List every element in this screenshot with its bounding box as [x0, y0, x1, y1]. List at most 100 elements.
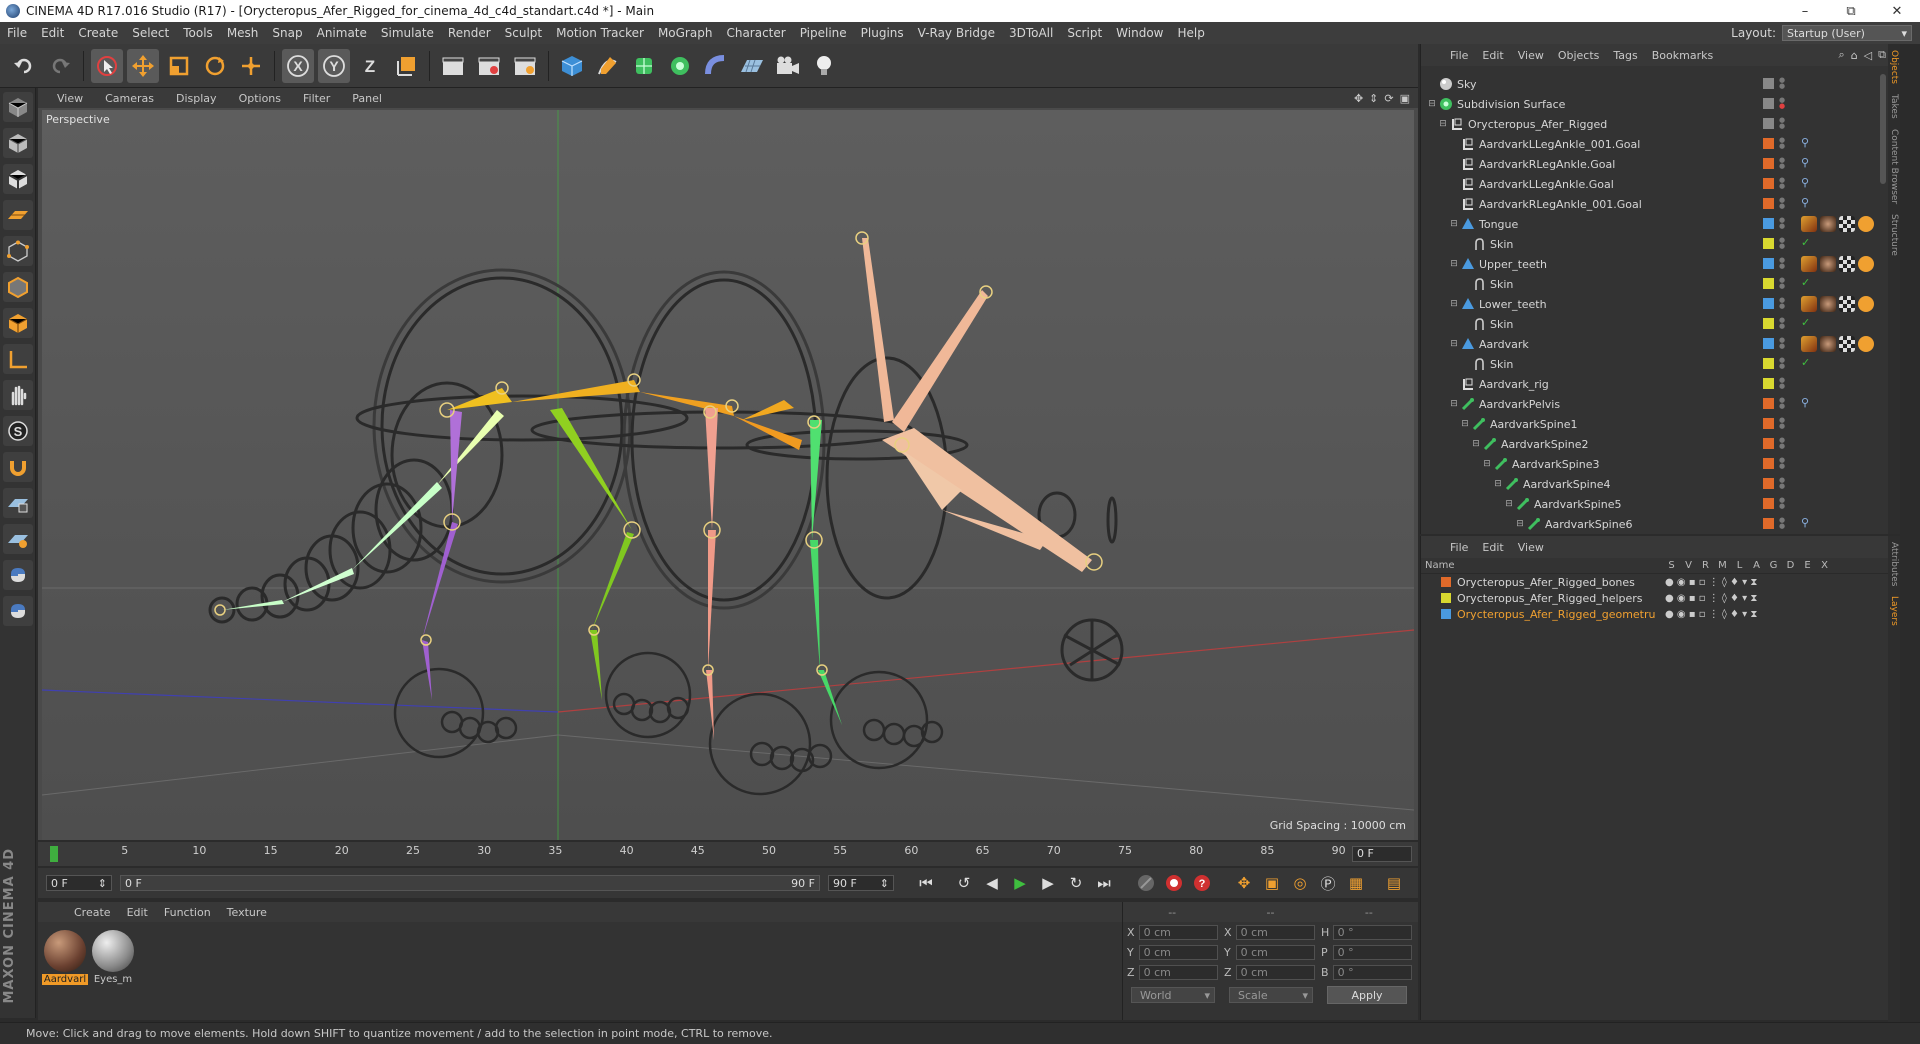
visibility-dots-icon[interactable]: ● ● — [1779, 437, 1785, 450]
collapse-toggle-icon[interactable]: ⊟ — [1449, 259, 1459, 269]
collapse-toggle-icon[interactable]: ⊟ — [1449, 339, 1459, 349]
toggle-view-icon[interactable]: ▣ — [1400, 92, 1410, 105]
viewport-menu-filter[interactable]: Filter — [292, 92, 341, 105]
light-button[interactable] — [808, 49, 840, 83]
visibility-dots-icon[interactable]: ● ● — [1779, 297, 1785, 310]
layer-color-swatch[interactable] — [1763, 278, 1774, 289]
visibility-dots-icon[interactable]: ● ● — [1779, 257, 1785, 270]
collapse-toggle-icon[interactable]: ⊟ — [1493, 479, 1503, 489]
menu-snap[interactable]: Snap — [265, 26, 309, 40]
layer-color-swatch[interactable] — [1763, 398, 1774, 409]
viewport-menu-cameras[interactable]: Cameras — [94, 92, 165, 105]
viewport-menu-view[interactable]: View — [46, 92, 94, 105]
object-tree-row[interactable]: ⊟ AardvarkSpine1 ● ● — [1421, 414, 1891, 434]
layer-color-swatch[interactable] — [1763, 98, 1774, 109]
object-menu-bookmarks[interactable]: Bookmarks — [1645, 49, 1720, 62]
layer-row[interactable]: Orycteropus_Afer_Rigged_geometru ● ◉ ▪ ▫ … — [1421, 606, 1900, 622]
layer-color-swatch[interactable] — [1763, 438, 1774, 449]
layer-toggle-icons[interactable]: ● ◉ ▪ ▫ ⋮ ◊ ♦ ▾ ⧗ — [1665, 609, 1757, 620]
object-tree-row[interactable]: Skin ● ● ✓ — [1421, 234, 1891, 254]
object-tree-row[interactable]: ⊟ Aardvark ● ● — [1421, 334, 1891, 354]
next-frame-button[interactable]: ▶ — [1035, 870, 1061, 896]
layer-row[interactable]: Orycteropus_Afer_Rigged_bones ● ◉ ▪ ▫ ⋮ ◊… — [1421, 574, 1900, 590]
start-frame-field[interactable]: 0 F ⇕ — [46, 875, 112, 891]
layer-color-swatch[interactable] — [1763, 138, 1774, 149]
object-tree-row[interactable]: ⊟ Subdivision Surface ● ● — [1421, 94, 1891, 114]
menu-simulate[interactable]: Simulate — [374, 26, 441, 40]
maximize-button[interactable]: ⧉ — [1828, 0, 1874, 22]
menu-mesh[interactable]: Mesh — [220, 26, 266, 40]
object-tree-row[interactable]: ⊟ AardvarkSpine5 ● ● — [1421, 494, 1891, 514]
record-button[interactable] — [1161, 870, 1187, 896]
timeline-playhead[interactable] — [50, 846, 58, 862]
texture-tag-icon[interactable] — [1839, 296, 1855, 312]
transform-tool-button[interactable] — [235, 49, 267, 83]
object-tree-row[interactable]: Sky ● ● — [1421, 74, 1891, 94]
timeline-window-button[interactable]: ▤ — [1381, 870, 1407, 896]
layer-color-swatch[interactable] — [1763, 478, 1774, 489]
ik-tag-icon[interactable]: ⚲ — [1801, 396, 1809, 409]
layout-select[interactable]: Startup (User) ▾ — [1782, 25, 1912, 41]
pose-tag-icon[interactable] — [1858, 336, 1874, 352]
viewport-menu-display[interactable]: Display — [165, 92, 228, 105]
polygons-mode-button[interactable] — [3, 308, 33, 338]
visibility-dots-icon[interactable]: ● ● — [1779, 317, 1785, 330]
collapse-toggle-icon[interactable]: ⊟ — [1449, 299, 1459, 309]
menu-animate[interactable]: Animate — [310, 26, 374, 40]
live-selection-button[interactable] — [91, 48, 123, 83]
material-item-aardvark[interactable]: Aardvarl — [42, 930, 88, 985]
visibility-dots-icon[interactable]: ● ● — [1779, 157, 1785, 170]
texture-tag-icon[interactable] — [1839, 336, 1855, 352]
rotate-tool-button[interactable] — [199, 49, 231, 83]
menu-motion-tracker[interactable]: Motion Tracker — [549, 26, 651, 40]
go-to-start-button[interactable]: ⏮ — [913, 870, 939, 896]
layer-color-swatch[interactable] — [1763, 78, 1774, 89]
coordinate-value-field[interactable]: 0 cm — [1138, 944, 1218, 960]
object-tree-row[interactable]: ⊟ AardvarkSpine3 ● ● — [1421, 454, 1891, 474]
collapse-toggle-icon[interactable]: ⊟ — [1449, 399, 1459, 409]
ik-tag-icon[interactable]: ⚲ — [1801, 156, 1809, 169]
visibility-dots-icon[interactable]: ● ● — [1779, 117, 1785, 130]
object-tree-row[interactable]: Skin ● ● ✓ — [1421, 354, 1891, 374]
workplane-grid-button[interactable] — [3, 488, 33, 518]
layer-menu-view[interactable]: View — [1511, 541, 1551, 554]
pen-spline-button[interactable] — [592, 49, 624, 83]
minimize-button[interactable]: – — [1782, 0, 1828, 22]
side-tab-structure[interactable]: Structure — [1889, 214, 1899, 256]
menu-plugins[interactable]: Plugins — [854, 26, 911, 40]
back-icon[interactable]: ◁ — [1861, 49, 1875, 62]
menu-sculpt[interactable]: Sculpt — [498, 26, 549, 40]
keyframe-help-button[interactable]: ? — [1189, 870, 1215, 896]
visibility-dots-icon[interactable]: ● ● — [1779, 97, 1785, 110]
python-script-2-button[interactable] — [3, 596, 33, 626]
object-tree-row[interactable]: ⊟ Lower_teeth ● ● — [1421, 294, 1891, 314]
weight-tag-icon[interactable] — [1801, 256, 1817, 272]
edges-mode-button[interactable] — [3, 272, 33, 302]
layer-color-swatch[interactable] — [1763, 378, 1774, 389]
ik-tag-icon[interactable]: ⚲ — [1801, 136, 1809, 149]
object-menu-file[interactable]: File — [1443, 49, 1475, 62]
layer-color-swatch[interactable] — [1763, 118, 1774, 129]
layer-toggle-icons[interactable]: ● ◉ ▪ ▫ ⋮ ◊ ♦ ▾ ⧗ — [1665, 593, 1757, 604]
pose-tag-icon[interactable] — [1858, 256, 1874, 272]
object-tree-row[interactable]: ⊟ AardvarkSpine2 ● ● — [1421, 434, 1891, 454]
visibility-dots-icon[interactable]: ● ● — [1779, 497, 1785, 510]
scale-tool-button[interactable] — [163, 49, 195, 83]
menu-create[interactable]: Create — [71, 26, 125, 40]
ik-tag-icon[interactable]: ⚲ — [1801, 196, 1809, 209]
object-tree-row[interactable]: ⊟ Orycteropus_Afer_Rigged ● ● — [1421, 114, 1891, 134]
python-script-button[interactable] — [3, 560, 33, 590]
make-editable-button[interactable] — [3, 92, 33, 122]
menu-render[interactable]: Render — [441, 26, 498, 40]
material-item-eyes[interactable]: Eyes_m — [90, 930, 136, 985]
key-position-button[interactable]: ✥ — [1231, 870, 1257, 896]
key-rotation-button[interactable]: ◎ — [1287, 870, 1313, 896]
visibility-dots-icon[interactable]: ● ● — [1779, 397, 1785, 410]
points-mode-button[interactable] — [3, 236, 33, 266]
coordinate-value-field[interactable]: 0 ° — [1332, 924, 1412, 940]
layer-color-swatch[interactable] — [1763, 498, 1774, 509]
object-tree-row[interactable]: AardvarkLLegAnkle_001.Goal ● ● ⚲ — [1421, 134, 1891, 154]
autokey-button[interactable] — [1133, 870, 1159, 896]
layer-color-swatch[interactable] — [1763, 518, 1774, 529]
array-button[interactable] — [664, 49, 696, 83]
